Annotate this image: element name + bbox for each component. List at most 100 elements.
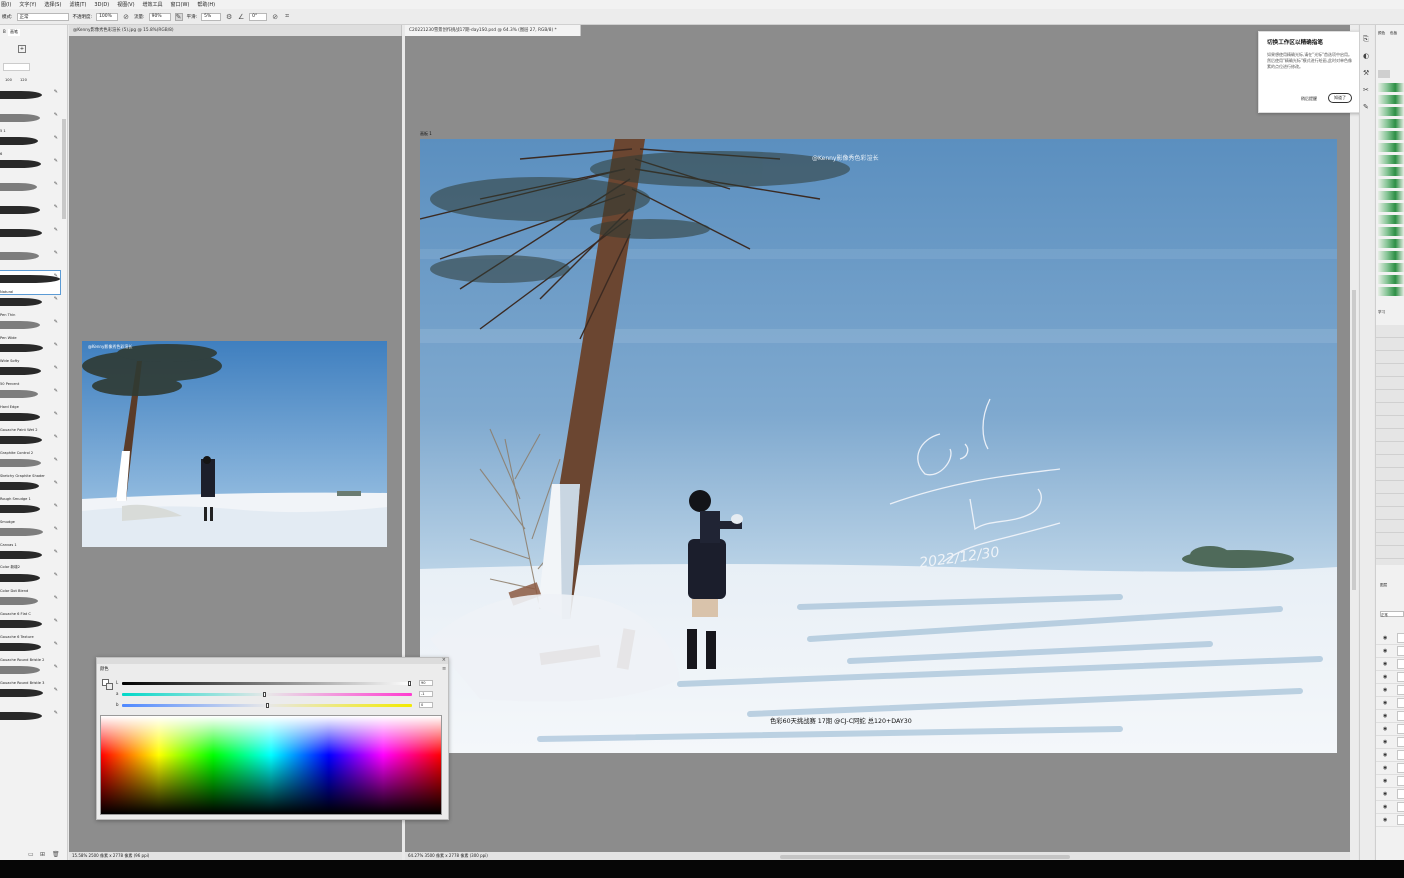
swatch-row[interactable] [1378,239,1404,248]
layer-row[interactable]: ◉ [1376,632,1404,645]
menu-plugins[interactable]: 增效工具 [143,1,163,8]
swatch-row[interactable] [1378,215,1404,224]
painting-canvas[interactable]: 2022/12/30 @Kenny影像秀色彩渲长 色彩60天挑战赛 17期 @C… [420,139,1337,753]
brush-preset[interactable]: Canvas 1 ✎ [0,524,60,547]
brush-pencil-icon[interactable]: ✎ [54,112,58,118]
panel-menu-icon[interactable]: ≡ [442,666,446,672]
brush-pencil-icon[interactable]: ✎ [54,227,58,233]
layer-row[interactable]: ◉ [1376,762,1404,775]
brush-preset[interactable]: ✎ [0,225,60,248]
brush-pencil-icon[interactable]: ✎ [54,641,58,647]
eye-icon[interactable]: ◉ [1383,817,1387,823]
layer-row[interactable]: ◉ [1376,749,1404,762]
brush-preset[interactable]: ✎ [0,179,60,202]
brush-pencil-icon[interactable]: ✎ [54,319,58,325]
color-tab[interactable]: 颜色 [100,666,109,672]
layer-row[interactable]: ◉ [1376,801,1404,814]
brush-preset[interactable]: ✎ [0,708,60,731]
brush-pencil-icon[interactable]: ✎ [54,457,58,463]
brush-pencil-icon[interactable]: ✎ [54,595,58,601]
brush-pencil-icon[interactable]: ✎ [54,572,58,578]
layer-row[interactable]: ◉ [1376,658,1404,671]
brush-pencil-icon[interactable]: ✎ [54,365,58,371]
brush-preset[interactable]: Color 新增2 ✎ [0,547,60,570]
layer-row[interactable]: ◉ [1376,710,1404,723]
brush-pencil-icon[interactable]: ✎ [54,710,58,716]
brush-settings-icon[interactable]: ✎ [1363,103,1369,111]
eye-icon[interactable]: ◉ [1383,713,1387,719]
swatch-row[interactable] [1378,227,1404,236]
menu-3d[interactable]: 3D(D) [94,2,109,8]
eye-icon[interactable]: ◉ [1383,791,1387,797]
brush-preset[interactable]: Hard Edge ✎ [0,386,60,409]
history-icon[interactable]: ⎘ [1363,35,1369,44]
a-knob[interactable] [263,692,267,697]
menu-view[interactable]: 视图(V) [117,1,134,8]
layer-row[interactable]: ◉ [1376,723,1404,736]
eye-icon[interactable]: ◉ [1383,804,1387,810]
eye-icon[interactable]: ◉ [1383,739,1387,745]
swatch-row[interactable] [1378,251,1404,260]
brush-pencil-icon[interactable]: ✎ [54,687,58,693]
background-swatch[interactable] [106,683,113,690]
brush-search-input[interactable] [3,63,30,71]
panel-tab-b[interactable]: B [1,29,8,36]
brush-list-scrollbar[interactable] [62,119,66,219]
swatch-row[interactable] [1378,119,1404,128]
a-value[interactable]: -1 [419,691,433,697]
brush-preset[interactable]: Pen Thin ✎ [0,294,60,317]
eye-icon[interactable]: ◉ [1383,778,1387,784]
brush-preset[interactable]: 6 ✎ [0,133,60,156]
eye-icon[interactable]: ◉ [1383,752,1387,758]
ref-doc-tab[interactable]: @Kenny影像秀色彩渲长 (5).jpg @ 15.8%(RGB/8) [69,25,402,36]
mode-select[interactable]: 正常 [16,12,69,21]
menu-type[interactable]: 文字(Y) [19,1,36,8]
smooth-field[interactable]: 5% [201,12,222,21]
brush-pencil-icon[interactable]: ✎ [54,342,58,348]
brush-pencil-icon[interactable]: ✎ [54,503,58,509]
layer-row[interactable]: ◉ [1376,736,1404,749]
swatch-row[interactable] [1378,143,1404,152]
swatch-row[interactable] [1378,155,1404,164]
brush-preset[interactable]: ✎ [0,685,60,708]
main-doc-tab[interactable]: C20221230雪景创作挑战17期-day1S0.psd @ 64.3% (图… [405,25,581,36]
brush-preset[interactable]: Natural ✎ [0,270,61,295]
brush-pencil-icon[interactable]: ✎ [54,158,58,164]
library-thumbnails[interactable] [1376,325,1404,565]
new-brush-icon[interactable]: + [18,45,26,53]
menu-select[interactable]: 选择(S) [44,1,61,8]
swatch-row[interactable] [1378,107,1404,116]
color-spectrum[interactable] [100,715,442,815]
brush-folder-icon[interactable]: ▭ [28,851,34,858]
brush-pencil-icon[interactable]: ✎ [54,411,58,417]
brush-preset[interactable]: Gouache Round Bristle 3 ✎ [0,662,60,685]
brush-preset[interactable]: Color Dot Blend ✎ [0,570,60,593]
swatch-row[interactable] [1378,191,1404,200]
brush-trash-icon[interactable]: 🗑 [52,851,60,858]
eye-icon[interactable]: ◉ [1383,700,1387,706]
swatch-row[interactable] [1378,83,1404,92]
vertical-scroll-thumb[interactable] [1352,290,1356,590]
brush-pencil-icon[interactable]: ✎ [54,250,58,256]
swatch-row[interactable] [1378,179,1404,188]
opacity-field[interactable]: 100% [96,12,119,21]
brush-preset[interactable]: Pen Wide ✎ [0,317,60,340]
brush-pencil-icon[interactable]: ✎ [54,273,58,279]
layer-row[interactable]: ◉ [1376,684,1404,697]
brush-preset[interactable]: Sketchy Graphite Shader ✎ [0,455,60,478]
brush-new-icon[interactable]: ⊞ [40,851,45,858]
layer-row[interactable]: ◉ [1376,697,1404,710]
layer-row[interactable]: ◉ [1376,788,1404,801]
brush-preset[interactable]: Gouache Round Bristle 2 ✎ [0,639,60,662]
layer-row[interactable]: ◉ [1376,671,1404,684]
brush-preset[interactable]: ✎ [0,87,60,110]
airbrush-icon[interactable]: ✎ [174,12,183,21]
swatch-row[interactable] [1378,95,1404,104]
eye-icon[interactable]: ◉ [1383,661,1387,667]
remind-later-link[interactable]: 稍后提醒 [1301,96,1317,102]
brush-pencil-icon[interactable]: ✎ [54,181,58,187]
lightness-value[interactable]: 90 [419,680,433,686]
eye-icon[interactable]: ◉ [1383,648,1387,654]
menu-window[interactable]: 窗口(W) [171,1,190,8]
brush-preset[interactable]: Gouache Paint Wet 2 ✎ [0,409,60,432]
